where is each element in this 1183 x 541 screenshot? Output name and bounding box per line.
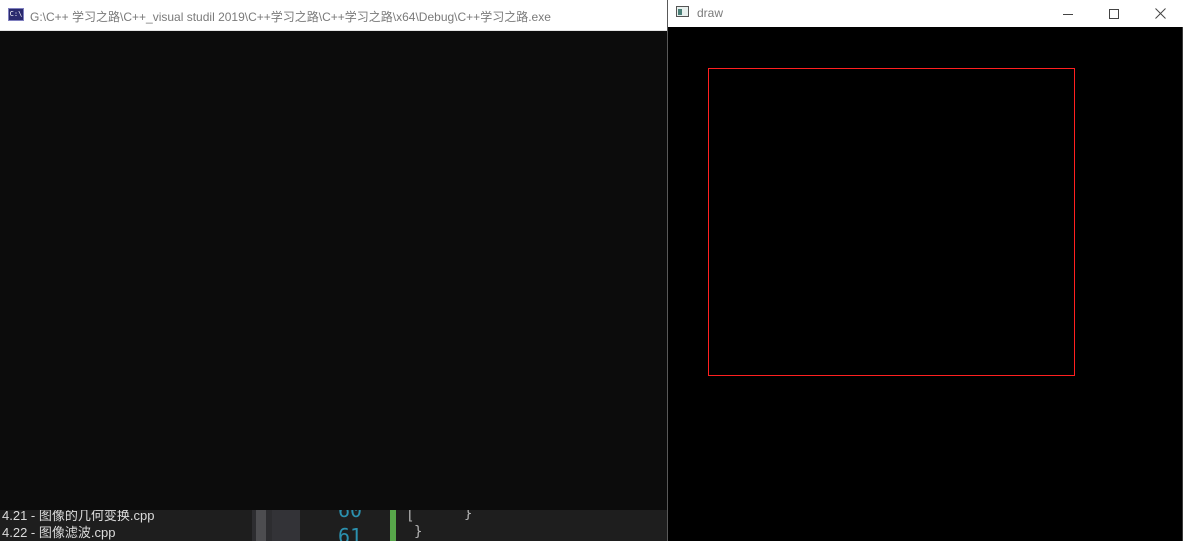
maximize-icon [1109,8,1119,19]
draw-title: draw [697,6,724,20]
draw-titlebar[interactable]: draw [668,0,1183,27]
editor-margin [272,510,300,541]
console-title: G:\C++ 学习之路\C++_visual studil 2019\C++学习… [30,10,551,24]
line-number: 60 [338,510,363,522]
console-titlebar[interactable]: C:\ G:\C++ 学习之路\C++_visual studil 2019\C… [0,0,667,31]
solution-scrollbar-thumb[interactable] [256,510,266,541]
solution-file-item[interactable]: 4.22 - 图像滤波.cpp [2,522,115,541]
ide-background: 4.21 - 图像的几何变换.cpp 4.22 - 图像滤波.cpp 60 61… [0,510,667,541]
drawn-rectangle [708,68,1075,376]
minimize-button[interactable] [1045,0,1091,27]
outline-bracket: [ [406,510,415,524]
minimize-icon [1063,13,1073,15]
change-tracking-bar [390,510,396,541]
code-text[interactable]: } [464,510,472,522]
close-icon [1154,8,1166,19]
console-app-icon: C:\ [8,8,24,21]
maximize-button[interactable] [1091,0,1137,27]
draw-window: draw [667,0,1183,541]
draw-canvas[interactable] [668,27,1182,541]
console-window: C:\ G:\C++ 学习之路\C++_visual studil 2019\C… [0,0,668,510]
close-button[interactable] [1137,0,1183,27]
code-text[interactable]: } [414,524,422,540]
line-number: 61 [338,524,363,541]
window-app-icon [676,6,689,17]
